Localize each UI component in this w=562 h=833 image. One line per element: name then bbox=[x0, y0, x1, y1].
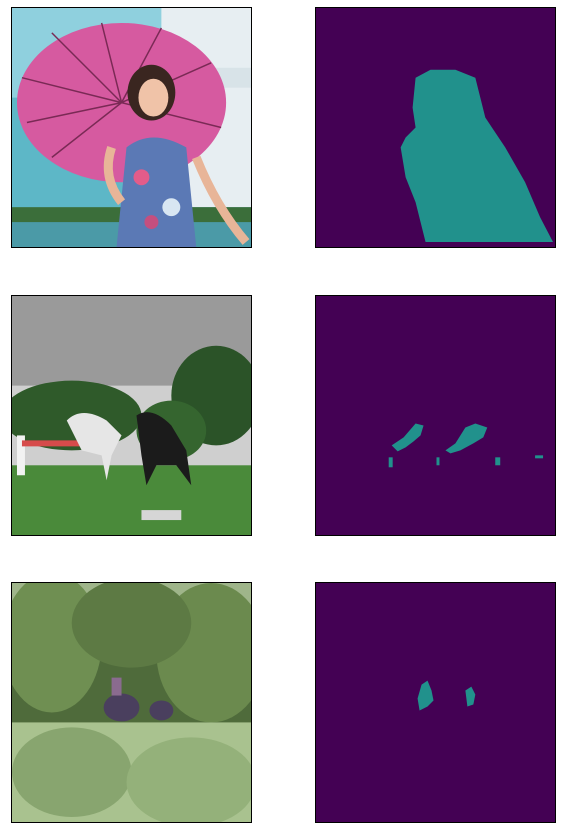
photo-horses-field bbox=[12, 296, 251, 535]
mask-elephants bbox=[316, 583, 555, 822]
mask-panel-3 bbox=[315, 582, 556, 823]
photo-jungle-elephants bbox=[12, 583, 251, 822]
photo-panel-2 bbox=[11, 295, 252, 536]
photo-panel-3 bbox=[11, 582, 252, 823]
photo-panel-1 bbox=[11, 7, 252, 248]
photo-umbrella-woman bbox=[12, 8, 251, 247]
mask-panel-2 bbox=[315, 295, 556, 536]
mask-horses bbox=[316, 296, 555, 535]
mask-person bbox=[316, 8, 555, 247]
mask-panel-1 bbox=[315, 7, 556, 248]
